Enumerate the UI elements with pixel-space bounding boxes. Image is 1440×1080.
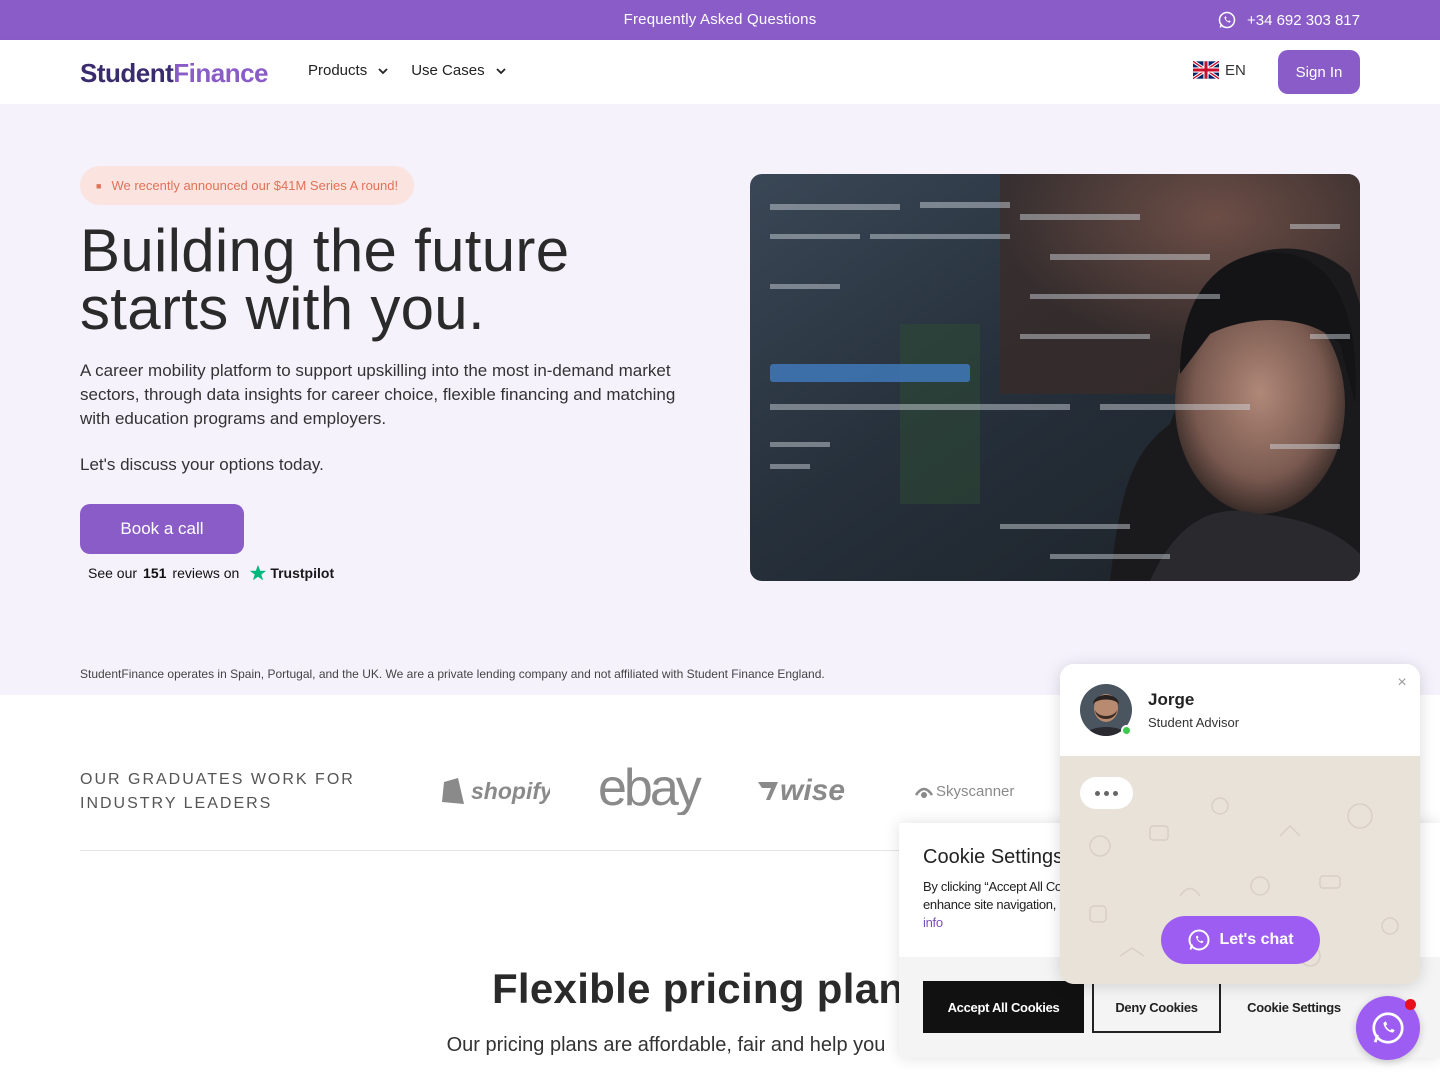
ebay-logo: ebay [598, 765, 705, 815]
trustpilot-suffix: reviews on [172, 565, 240, 581]
announcement-badge[interactable]: ■ We recently announced our $41M Series … [80, 166, 415, 205]
chat-body: Let's chat [1060, 756, 1420, 984]
deny-cookies-button[interactable]: Deny Cookies [1092, 981, 1221, 1033]
partner-logos: shopify ebay wise Skyscanner [440, 765, 1024, 815]
accept-cookies-button[interactable]: Accept All Cookies [923, 981, 1084, 1033]
chat-launcher-button[interactable] [1356, 996, 1420, 1060]
hero-title: Building the future starts with you. [80, 221, 720, 339]
shopify-logo: shopify [442, 778, 550, 804]
nav-item-label: Products [308, 62, 368, 79]
disclaimer: StudentFinance operates in Spain, Portug… [80, 667, 825, 681]
sign-in-button[interactable]: Sign In [1278, 50, 1360, 94]
hero-cta-text: Let's discuss your options today. [80, 455, 324, 474]
trustpilot-prefix: See our [88, 565, 138, 581]
book-call-button[interactable]: Book a call [80, 504, 244, 554]
top-bar: Frequently Asked Questions +34 692 303 8… [0, 0, 1440, 40]
review-count: 151 [143, 565, 167, 581]
cookie-settings-button[interactable]: Cookie Settings [1229, 981, 1359, 1033]
skyscanner-wordmark: Skyscanner [936, 783, 1014, 800]
main-nav: StudentFinance Products Use Cases EN Sig… [0, 40, 1440, 104]
announcement-text: We recently announced our $41M Series A … [111, 178, 399, 193]
hero-photo [750, 174, 1360, 581]
hero-section: ■ We recently announced our $41M Series … [0, 104, 1440, 695]
wise-wordmark: wise [780, 774, 845, 807]
trustpilot-brand: Trustpilot [270, 565, 335, 581]
phone-link[interactable]: +34 692 303 817 [1217, 10, 1360, 30]
ebay-wordmark: ebay [598, 765, 702, 815]
logo[interactable]: StudentFinance [80, 58, 269, 89]
lets-chat-label: Let's chat [1219, 931, 1294, 948]
chevron-down-icon [495, 67, 506, 74]
hero-title-line2: starts with you. [80, 275, 485, 342]
chevron-down-icon [378, 67, 388, 74]
advisor-name: Jorge [1148, 690, 1195, 709]
hero-title-line1: Building the future [80, 217, 570, 284]
chat-header: Jorge Student Advisor × [1060, 664, 1420, 756]
trustpilot-widget[interactable]: See our 151 reviews on Trustpilot [88, 564, 334, 582]
uk-flag-icon [1193, 60, 1219, 80]
advisor-role: Student Advisor [1148, 715, 1240, 730]
whatsapp-icon [1372, 1012, 1404, 1044]
nav-menu: Products Use Cases [308, 62, 507, 79]
typing-indicator [1080, 777, 1133, 809]
cookie-title: Cookie Settings [923, 846, 1064, 868]
chat-widget: Jorge Student Advisor × Let's chat [1060, 664, 1420, 984]
trustpilot-logo: Trustpilot [249, 564, 334, 582]
partners-heading: OUR GRADUATES WORK FOR INDUSTRY LEADERS [80, 771, 355, 812]
phone-number: +34 692 303 817 [1246, 11, 1360, 29]
wise-logo: wise [758, 774, 845, 807]
whatsapp-icon [1188, 929, 1210, 951]
logo-finance: Finance [173, 58, 269, 88]
star-icon [250, 564, 267, 581]
whatsapp-icon [1218, 11, 1236, 29]
language-selector[interactable]: EN [1193, 60, 1246, 80]
lets-chat-button[interactable]: Let's chat [1161, 916, 1320, 964]
skyscanner-logo: Skyscanner [914, 783, 1014, 800]
nav-item-label: Use Cases [411, 62, 485, 79]
megaphone-icon: ■ [96, 180, 102, 191]
notification-dot [1405, 999, 1416, 1010]
nav-item-use-cases[interactable]: Use Cases [411, 62, 506, 79]
nav-item-products[interactable]: Products [308, 62, 389, 79]
hero-image [750, 174, 1360, 581]
shopify-wordmark: shopify [471, 778, 550, 804]
hero-description: A career mobility platform to support up… [80, 361, 676, 428]
logo-student: Student [80, 58, 174, 88]
online-indicator [1121, 725, 1132, 736]
close-icon[interactable]: × [1393, 674, 1411, 692]
language-label: EN [1225, 61, 1246, 79]
